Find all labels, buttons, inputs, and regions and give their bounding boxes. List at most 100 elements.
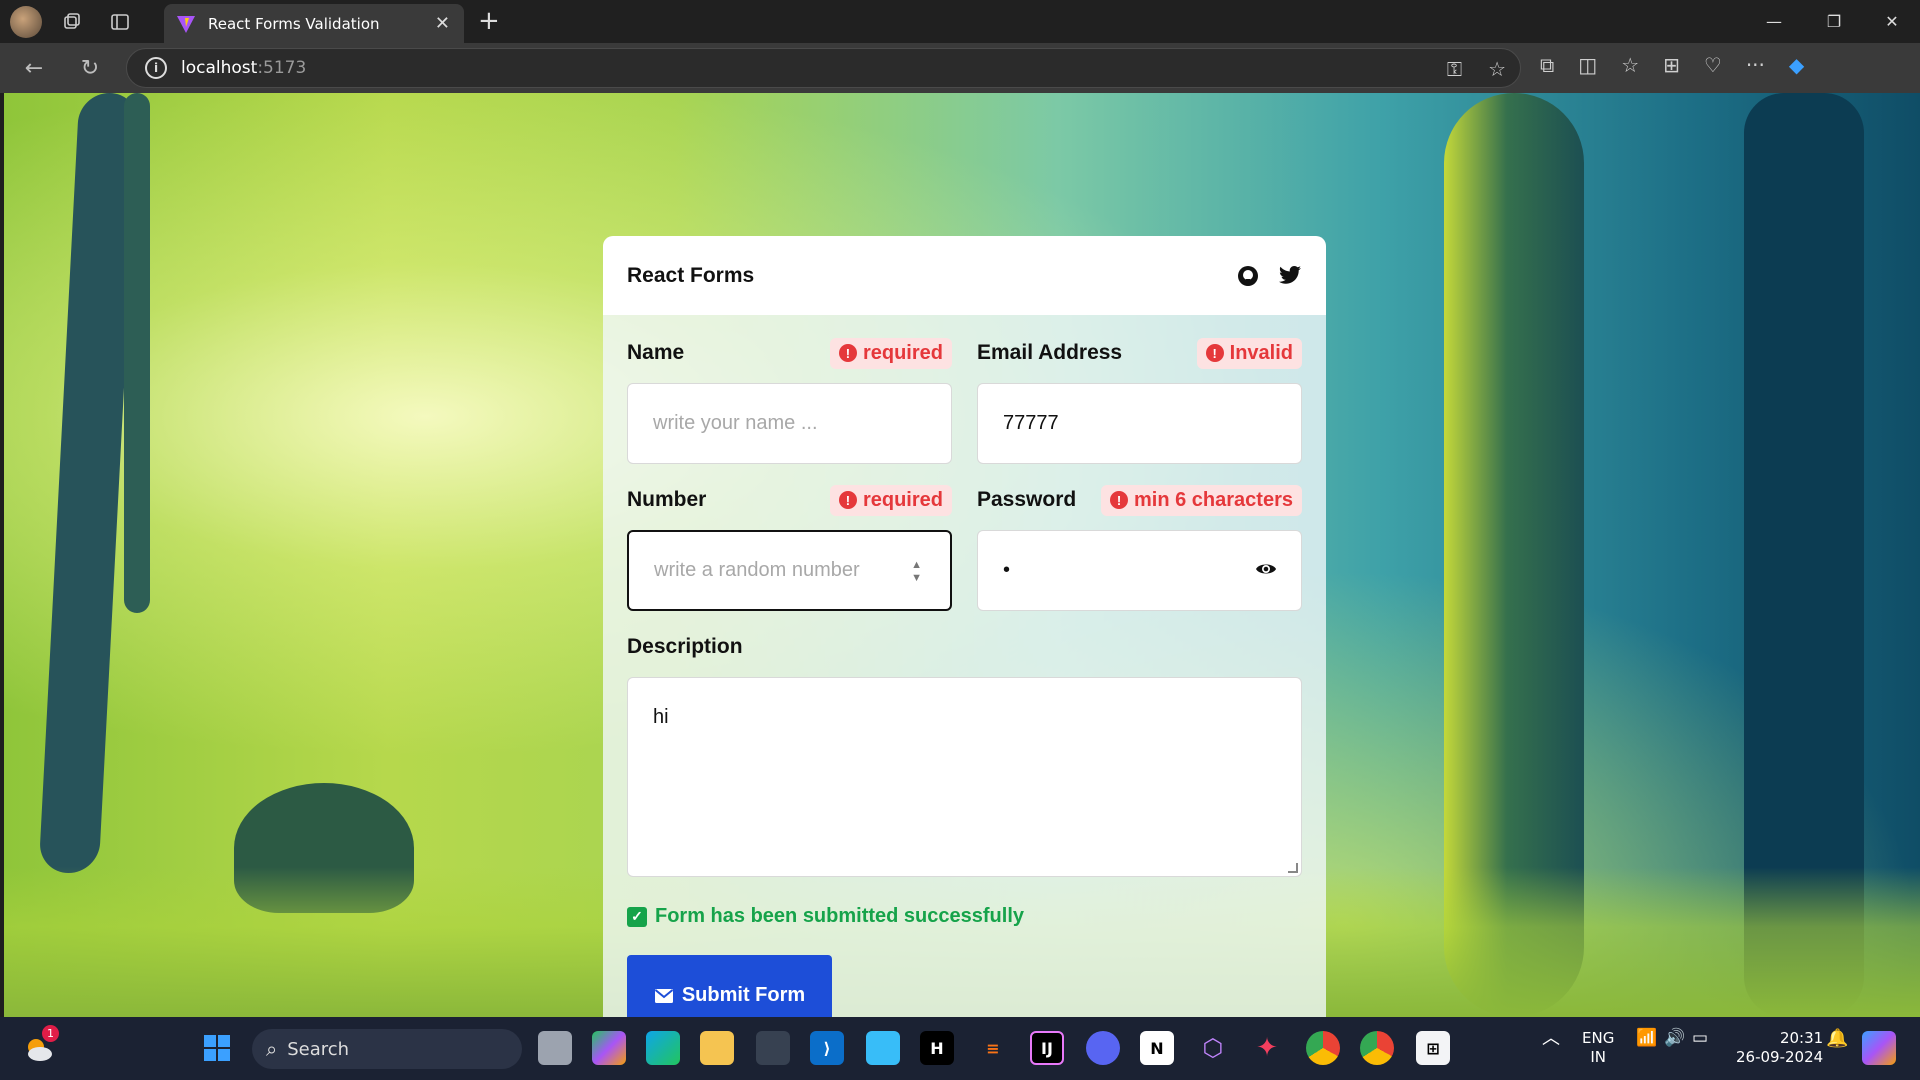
collections-icon[interactable]: ⊞ — [1663, 53, 1680, 77]
back-icon[interactable]: ← — [20, 54, 48, 82]
windows-start-icon[interactable] — [200, 1031, 234, 1065]
github-icon[interactable] — [1236, 264, 1260, 288]
card-header: React Forms — [603, 236, 1326, 315]
password-error-badge: ! min 6 characters — [1101, 484, 1302, 516]
workspaces-icon[interactable] — [54, 4, 90, 40]
task-view-icon[interactable] — [538, 1031, 572, 1065]
description-textarea[interactable]: hi — [627, 677, 1302, 877]
notification-bell-icon[interactable]: 🔔 — [1826, 1029, 1848, 1048]
wifi-icon[interactable]: 📶 — [1636, 1029, 1657, 1048]
twitter-icon[interactable] — [1278, 265, 1302, 287]
discord-icon[interactable] — [1086, 1031, 1120, 1065]
clock[interactable]: 20:31 26-09-2024 — [1736, 1029, 1823, 1067]
battery-icon[interactable]: ▭ — [1692, 1029, 1708, 1048]
tab-close-icon[interactable]: ✕ — [435, 13, 450, 34]
more-menu-icon[interactable]: ··· — [1746, 53, 1765, 77]
checkbox-checked-icon: ✓ — [627, 906, 647, 927]
envelope-icon — [654, 988, 673, 1003]
browser-titlebar: React Forms Validation ✕ + — ❐ ✕ — [0, 0, 1920, 43]
close-window-icon[interactable]: ✕ — [1864, 0, 1920, 43]
windows-taskbar: 1 ⌕ Search ⟩ H ≡ IJ N ⬡ ✦ ⊞ ︿ ENG IN 📶 🔊 … — [0, 1017, 1920, 1080]
minimize-icon[interactable]: — — [1746, 0, 1802, 43]
spinner-down-icon: ▼ — [911, 572, 922, 584]
url-text: localhost:5173 — [181, 58, 307, 78]
name-label: Name — [627, 341, 685, 364]
language-indicator[interactable]: ENG IN — [1582, 1029, 1614, 1067]
volume-icon[interactable]: 🔊 — [1664, 1029, 1685, 1048]
restore-icon[interactable]: ❐ — [1806, 0, 1862, 43]
search-icon: ⌕ — [266, 1037, 278, 1061]
password-key-icon[interactable]: ⚿ — [1447, 57, 1462, 81]
split-screen-icon[interactable]: ◫ — [1578, 53, 1597, 77]
number-spinner[interactable]: ▲ ▼ — [911, 560, 922, 584]
success-message: ✓ Form has been submitted successfully — [627, 905, 1024, 928]
name-field-group: Name ! required write your name ... — [627, 335, 952, 464]
chrome-icon[interactable] — [1360, 1031, 1394, 1065]
email-field-group: Email Address ! Invalid 77777 — [977, 335, 1302, 464]
notion-icon[interactable]: N — [1140, 1031, 1174, 1065]
site-info-icon[interactable]: i — [145, 57, 167, 79]
vscode-icon[interactable]: ⟩ — [810, 1031, 844, 1065]
camera-app-icon[interactable] — [756, 1031, 790, 1065]
copilot-tray-icon[interactable] — [1862, 1031, 1896, 1065]
browser-essentials-icon[interactable]: ♡ — [1704, 53, 1722, 77]
password-input[interactable]: • — [977, 530, 1302, 611]
taskbar-search[interactable]: ⌕ Search — [252, 1029, 522, 1069]
card-title: React Forms — [627, 263, 755, 287]
profile-avatar[interactable] — [10, 5, 42, 38]
favorite-star-icon[interactable]: ☆ — [1488, 57, 1506, 81]
error-icon: ! — [1205, 344, 1224, 362]
page-viewport: React Forms Name ! required write your na… — [4, 93, 1920, 1017]
name-input[interactable]: write your name ... — [627, 383, 952, 464]
tab-title: React Forms Validation — [208, 14, 380, 33]
file-explorer-icon[interactable] — [700, 1031, 734, 1065]
star-app-icon[interactable]: ✦ — [1250, 1031, 1284, 1065]
tray-overflow-chevron-icon[interactable]: ︿ — [1542, 1029, 1560, 1048]
copilot-app-icon[interactable] — [592, 1031, 626, 1065]
description-field-group: Description hi — [627, 629, 1302, 877]
email-error-badge: ! Invalid — [1196, 337, 1302, 369]
extensions-icon[interactable]: ⧉ — [1540, 53, 1554, 77]
edge-browser-icon[interactable] — [646, 1031, 680, 1065]
password-label: Password — [977, 488, 1077, 511]
eclipse-icon[interactable]: ≡ — [976, 1031, 1010, 1065]
chrome-profile-icon[interactable] — [1306, 1031, 1340, 1065]
number-placeholder: write a random number — [654, 559, 860, 581]
microsoft-store-icon[interactable]: ⊞ — [1416, 1031, 1450, 1065]
number-input[interactable]: write a random number ▲ ▼ — [627, 530, 952, 611]
password-value: • — [1003, 559, 1011, 581]
number-field-group: Number ! required write a random number ▲… — [627, 482, 952, 611]
submit-form-button[interactable]: Submit Form — [627, 955, 832, 1017]
number-label: Number — [627, 488, 707, 511]
weather-badge: 1 — [42, 1025, 59, 1042]
resize-handle-icon[interactable] — [1288, 863, 1298, 873]
background-tree-left-branch — [124, 93, 150, 613]
card-body: Name ! required write your name ... Email… — [603, 315, 1326, 1017]
name-error-badge: ! required — [829, 337, 952, 369]
intellij-icon[interactable]: IJ — [1030, 1031, 1064, 1065]
vite-favicon-icon — [177, 15, 195, 33]
spinner-up-icon: ▲ — [911, 559, 922, 571]
address-bar[interactable]: i localhost:5173 ⚿ ☆ — [126, 48, 1521, 88]
refresh-icon[interactable]: ↻ — [76, 54, 104, 82]
email-label: Email Address — [977, 341, 1123, 364]
figma-like-app-icon[interactable]: ⬡ — [1196, 1031, 1230, 1065]
error-icon: ! — [838, 344, 857, 362]
show-password-eye-icon[interactable] — [1255, 561, 1277, 577]
new-tab-icon[interactable]: + — [478, 6, 500, 36]
email-input[interactable]: 77777 — [977, 383, 1302, 464]
browser-tab[interactable]: React Forms Validation ✕ — [164, 4, 464, 43]
control-panel-icon[interactable] — [866, 1031, 900, 1065]
error-icon: ! — [838, 491, 857, 509]
number-error-badge: ! required — [829, 484, 952, 516]
form-card: React Forms Name ! required write your na… — [603, 236, 1326, 1017]
vertical-tabs-icon[interactable] — [102, 4, 138, 40]
browser-toolbar: ← ↻ i localhost:5173 ⚿ ☆ ⧉ ◫ ☆ ⊞ ♡ ··· ◆ — [0, 43, 1920, 93]
error-icon: ! — [1110, 491, 1129, 509]
description-value: hi — [653, 706, 669, 728]
password-field-group: Password ! min 6 characters • — [977, 482, 1302, 611]
description-label: Description — [627, 635, 743, 658]
favorites-icon[interactable]: ☆ — [1621, 53, 1639, 77]
copilot-icon[interactable]: ◆ — [1789, 53, 1804, 77]
hackerrank-icon[interactable]: H — [920, 1031, 954, 1065]
